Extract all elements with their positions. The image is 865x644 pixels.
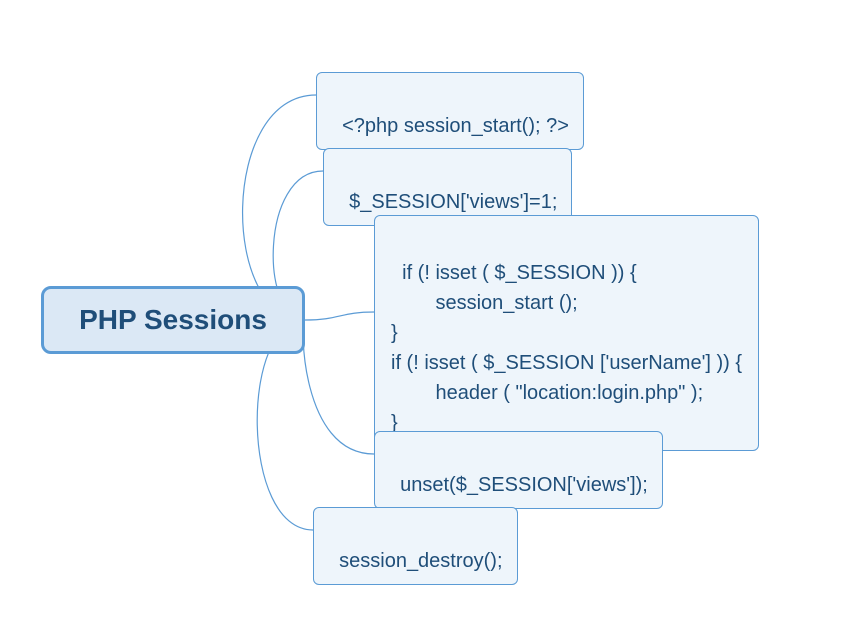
mindmap-child-node[interactable]: session_destroy(); (313, 507, 518, 585)
mindmap-child-node[interactable]: <?php session_start(); ?> (316, 72, 584, 150)
child-text: unset($_SESSION['views']); (400, 474, 648, 496)
mindmap-child-node[interactable]: if (! isset ( $_SESSION )) { session_sta… (374, 215, 759, 451)
child-text: <?php session_start(); ?> (342, 115, 569, 137)
mindmap-root-node[interactable]: PHP Sessions (41, 286, 305, 354)
child-text: $_SESSION['views']=1; (349, 191, 557, 213)
mindmap-child-node[interactable]: unset($_SESSION['views']); (374, 431, 663, 509)
child-text: session_destroy(); (339, 550, 502, 572)
child-text: if (! isset ( $_SESSION )) { session_sta… (391, 262, 742, 434)
root-label: PHP Sessions (79, 304, 267, 336)
